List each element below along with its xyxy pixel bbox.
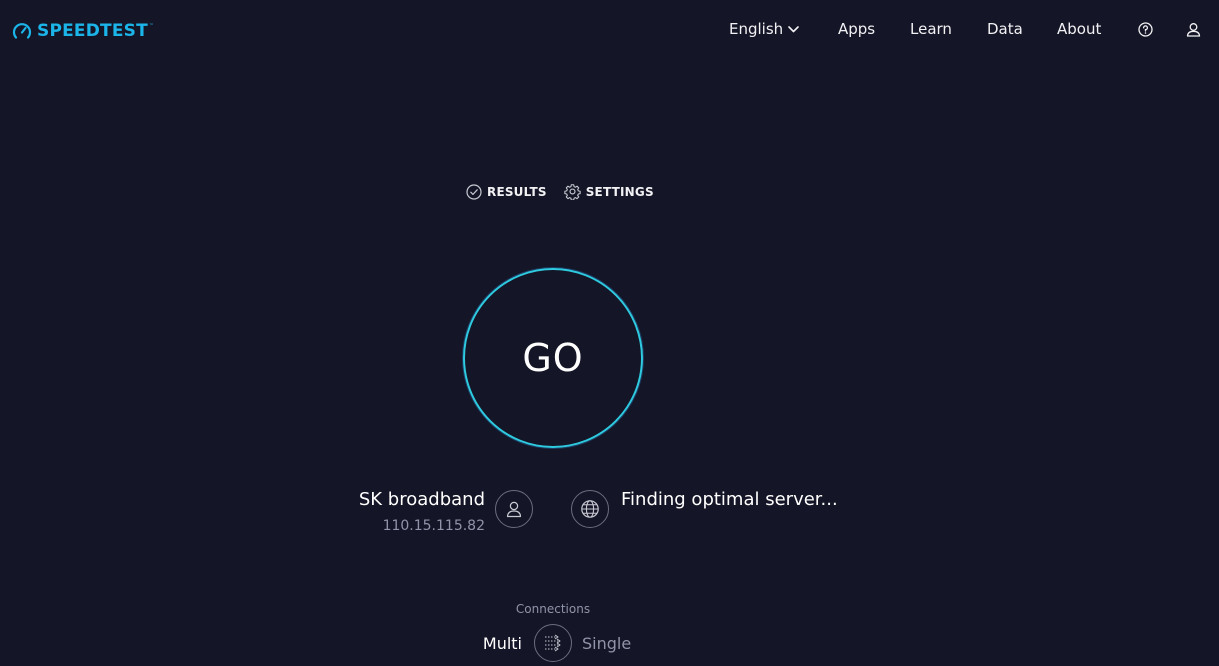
speedometer-icon [12,23,32,39]
connections-multi-option[interactable]: Multi [483,634,522,653]
results-button[interactable]: RESULTS [466,183,547,200]
nav-learn[interactable]: Learn [910,20,952,38]
logo-trademark: ™ [148,23,154,29]
user-icon [1186,23,1201,37]
settings-label: SETTINGS [585,184,654,199]
isp-user-badge [495,490,533,528]
account-button[interactable] [1186,22,1201,37]
language-label: English [729,20,784,38]
globe-icon [581,500,599,518]
go-label: GO [522,336,584,380]
results-label: RESULTS [487,184,547,199]
help-icon [1138,22,1153,37]
connections-single-option[interactable]: Single [582,634,631,653]
nav-apps[interactable]: Apps [838,20,875,38]
chevron-down-icon [788,25,799,32]
language-selector[interactable]: English [729,20,799,38]
server-status[interactable]: Finding optimal server... [621,488,838,512]
speedtest-logo[interactable]: SPEEDTEST ™ [12,19,154,43]
nav-data[interactable]: Data [987,20,1023,38]
connections-label: Connections [515,602,591,616]
isp-ip-address: 110.15.115.82 [382,518,485,534]
gear-icon [564,184,581,200]
logo-text: SPEEDTEST [37,21,148,41]
connections-toggle[interactable] [534,624,572,662]
settings-button[interactable]: SETTINGS [564,183,654,200]
check-circle-icon [466,183,482,200]
multi-connections-icon [545,634,561,652]
go-button[interactable]: GO [463,268,643,448]
help-button[interactable] [1138,22,1153,37]
user-icon [506,501,522,518]
server-globe-button[interactable] [571,490,609,528]
isp-name: SK broadband [358,489,485,510]
nav-about[interactable]: About [1057,20,1101,38]
results-settings-bar: RESULTS SETTINGS [466,183,654,200]
speedtest-page: SPEEDTEST ™ English Apps Learn Data Abou… [0,0,1219,666]
isp-info: SK broadband 110.15.115.82 [359,488,485,536]
